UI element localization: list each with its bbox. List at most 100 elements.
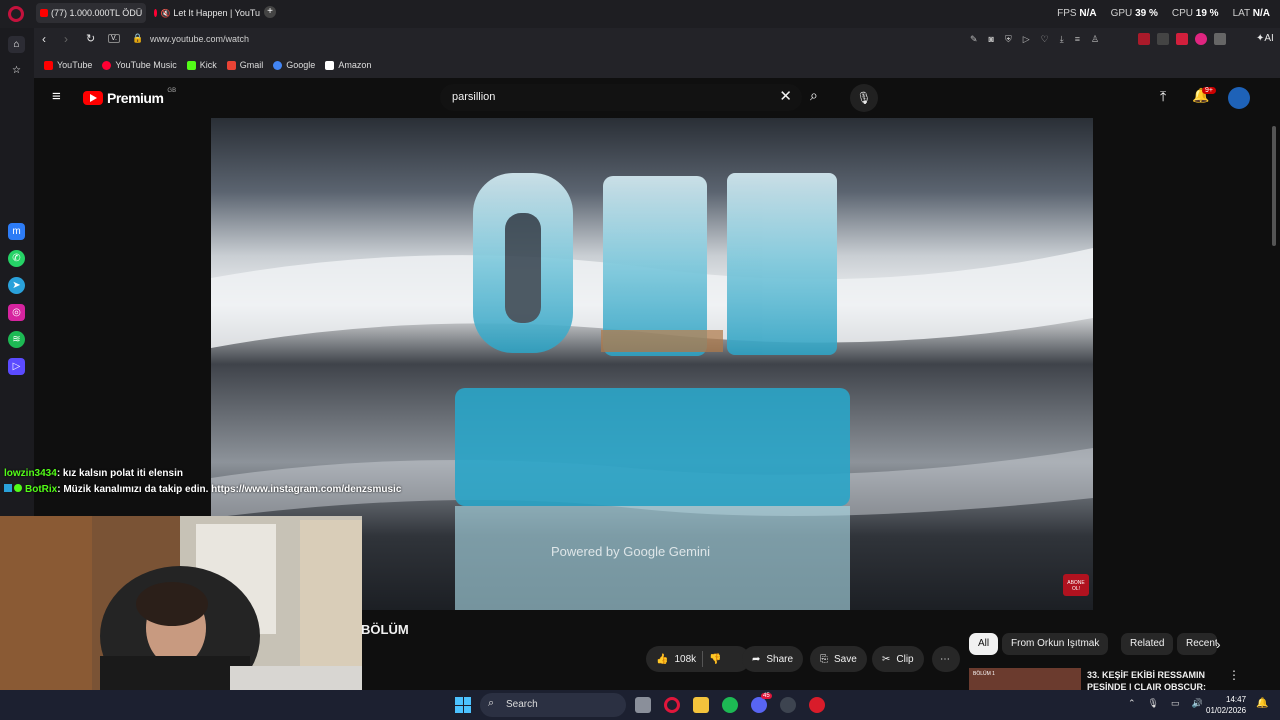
vpn-badge[interactable]: V. — [108, 34, 120, 43]
tab-active[interactable]: (77) 1.000.000TL ÖDÜ — [36, 3, 146, 23]
amazon-icon — [325, 60, 335, 70]
opera-gx-icon[interactable] — [664, 697, 680, 713]
shield-icon[interactable]: ⛨ — [1005, 34, 1012, 45]
ai-button[interactable]: ✦AI — [1256, 33, 1274, 44]
extension-3-icon[interactable] — [1176, 33, 1188, 45]
star-icon[interactable]: ☆ — [8, 62, 25, 79]
gmail-icon — [226, 60, 236, 70]
thumbs-down-icon[interactable]: 👎 — [709, 654, 721, 665]
instagram-icon[interactable]: ◎ — [8, 304, 25, 321]
windows-taskbar: ⌕ Search 45 ⌃ 🎙 ▭ 🔊 14:47 01/02/2026 🔔 — [0, 690, 1280, 720]
scrollbar[interactable] — [1272, 126, 1276, 246]
extension-2-icon[interactable] — [1157, 33, 1169, 45]
search-icon: ⌕ — [488, 697, 495, 709]
search-input[interactable]: parsillion ✕ — [440, 84, 802, 111]
opera-logo-icon[interactable] — [8, 6, 24, 22]
tab-let-it-happen[interactable]: 🔇 Let It Happen | YouTu — [150, 3, 260, 23]
more-actions-button[interactable]: ⋯ — [932, 646, 960, 672]
recommendation-thumbnail[interactable]: BÖLÜM 1 — [969, 668, 1081, 690]
recommendation-menu-icon[interactable]: ⋮ — [1228, 668, 1240, 682]
youtube-play-icon — [83, 91, 103, 105]
chip-from-channel[interactable]: From Orkun Işıtmak — [1002, 633, 1109, 655]
player-icon[interactable]: ▷ — [8, 358, 25, 375]
cpu-stat: CPU 19 % — [1171, 8, 1219, 19]
recommendation-title[interactable]: 33. KEŞİF EKİBİ RESSAMIN PEŞİNDE | CLAIR … — [1087, 669, 1217, 690]
messenger-icon[interactable]: m — [8, 223, 25, 240]
heart-icon[interactable]: ♡ — [1041, 34, 1049, 45]
share-button[interactable]: ➦ Share — [742, 646, 804, 672]
notification-center-icon[interactable]: 🔔 — [1256, 698, 1268, 709]
new-tab-button[interactable]: + — [264, 6, 276, 18]
camera-icon[interactable]: ◙ — [989, 34, 994, 45]
microphone-tray-icon[interactable]: 🎙 — [1148, 698, 1159, 709]
discord-badge: 45 — [761, 693, 772, 699]
chip-all[interactable]: All — [969, 633, 999, 655]
youtube-logo[interactable]: Premium GB — [83, 88, 176, 106]
verified-badge-icon — [14, 484, 22, 492]
spotify-icon[interactable]: ≋ — [8, 331, 25, 348]
extension-4-icon[interactable] — [1195, 33, 1207, 45]
youtube-header: ≡ Premium GB parsillion ✕ ⌕ 🎙 ⤒ 🔔 9+ — [34, 78, 1280, 118]
play-icon[interactable]: ▷ — [1023, 34, 1030, 45]
spotify-taskbar-icon[interactable] — [722, 697, 738, 713]
bookmark-icon: ⎘ — [820, 653, 828, 665]
like-button[interactable]: 👍 108k — [656, 654, 696, 665]
video-title: BÖLÜM — [361, 622, 409, 637]
back-icon[interactable]: ‹ — [42, 32, 46, 46]
extension-1-icon[interactable] — [1138, 33, 1150, 45]
bookmarks-bar: YouTube YouTube Music Kick Gmail Google … — [34, 52, 1280, 78]
tray-chevron-icon[interactable]: ⌃ — [1128, 698, 1136, 709]
chip-recent[interactable]: Recent — [1177, 633, 1217, 655]
bookmark-amazon[interactable]: Amazon — [325, 60, 371, 70]
task-view-icon[interactable] — [635, 697, 651, 713]
home-icon[interactable]: ⌂ — [8, 36, 25, 53]
url-text[interactable]: www.youtube.com/watch — [150, 34, 249, 44]
clip-button[interactable]: ✂ Clip — [872, 646, 924, 672]
bookmark-youtube-music[interactable]: YouTube Music — [102, 60, 177, 70]
toolbar-icons: ✎ ◙ ⛨ ▷ ♡ ⤓ ≡ ♙ — [970, 34, 1099, 45]
account-avatar[interactable] — [1228, 87, 1250, 109]
chip-related[interactable]: Related — [1121, 633, 1174, 655]
menu-icon[interactable]: ≡ — [1075, 34, 1080, 45]
telegram-icon[interactable]: ➤ — [8, 277, 25, 294]
forward-icon[interactable]: › — [64, 32, 68, 46]
kick-icon — [186, 60, 196, 70]
taskbar-search[interactable]: ⌕ Search — [480, 693, 626, 717]
microphone-icon[interactable]: 🎙 — [850, 84, 878, 112]
hamburger-menu-icon[interactable]: ≡ — [52, 88, 61, 105]
clear-search-icon[interactable]: ✕ — [779, 87, 792, 105]
bookmark-youtube[interactable]: YouTube — [44, 60, 92, 70]
discord-icon[interactable] — [751, 697, 767, 713]
whatsapp-icon[interactable]: ✆ — [8, 250, 25, 267]
volume-icon[interactable]: 🔊 — [1192, 698, 1203, 709]
bookmark-kick[interactable]: Kick — [186, 60, 217, 70]
clock[interactable]: 14:47 01/02/2026 — [1206, 694, 1246, 716]
google-icon — [273, 60, 283, 70]
steam-icon[interactable] — [780, 697, 796, 713]
like-dislike-group: 👍 108k 👎 — [646, 646, 750, 672]
chips-next-icon[interactable]: › — [1216, 636, 1221, 652]
search-button-icon[interactable]: ⌕ — [810, 87, 818, 104]
bookmark-gmail[interactable]: Gmail — [226, 60, 263, 70]
mute-icon[interactable]: 🔇 — [160, 9, 170, 18]
profile-icon[interactable]: ♙ — [1091, 34, 1099, 45]
save-button[interactable]: ⎘ Save — [810, 646, 867, 672]
extension-5-icon[interactable] — [1214, 33, 1226, 45]
reload-icon[interactable]: ↻ — [86, 32, 95, 45]
download-icon[interactable]: ⤓ — [1060, 34, 1064, 45]
video-watermark: Powered by Google Gemini — [551, 544, 710, 559]
edit-icon[interactable]: ✎ — [970, 34, 978, 45]
streaming-app-icon[interactable] — [809, 697, 825, 713]
network-icon[interactable]: ▭ — [1171, 698, 1180, 709]
stream-chat-overlay: lowzin3434: kız kalsın polat iti elensin… — [4, 466, 401, 498]
file-explorer-icon[interactable] — [693, 697, 709, 713]
youtube-favicon-icon — [40, 9, 48, 17]
upload-icon[interactable]: ⤒ — [1160, 88, 1166, 105]
lat-stat: LAT N/A — [1232, 8, 1270, 19]
youtube-icon — [44, 60, 53, 70]
start-button-icon[interactable] — [455, 697, 471, 713]
subscribe-corner-badge[interactable]: ABONE OL! — [1063, 574, 1089, 596]
divider — [702, 651, 704, 667]
tab-label: Let It Happen | YouTu — [173, 8, 260, 18]
bookmark-google[interactable]: Google — [273, 60, 315, 70]
